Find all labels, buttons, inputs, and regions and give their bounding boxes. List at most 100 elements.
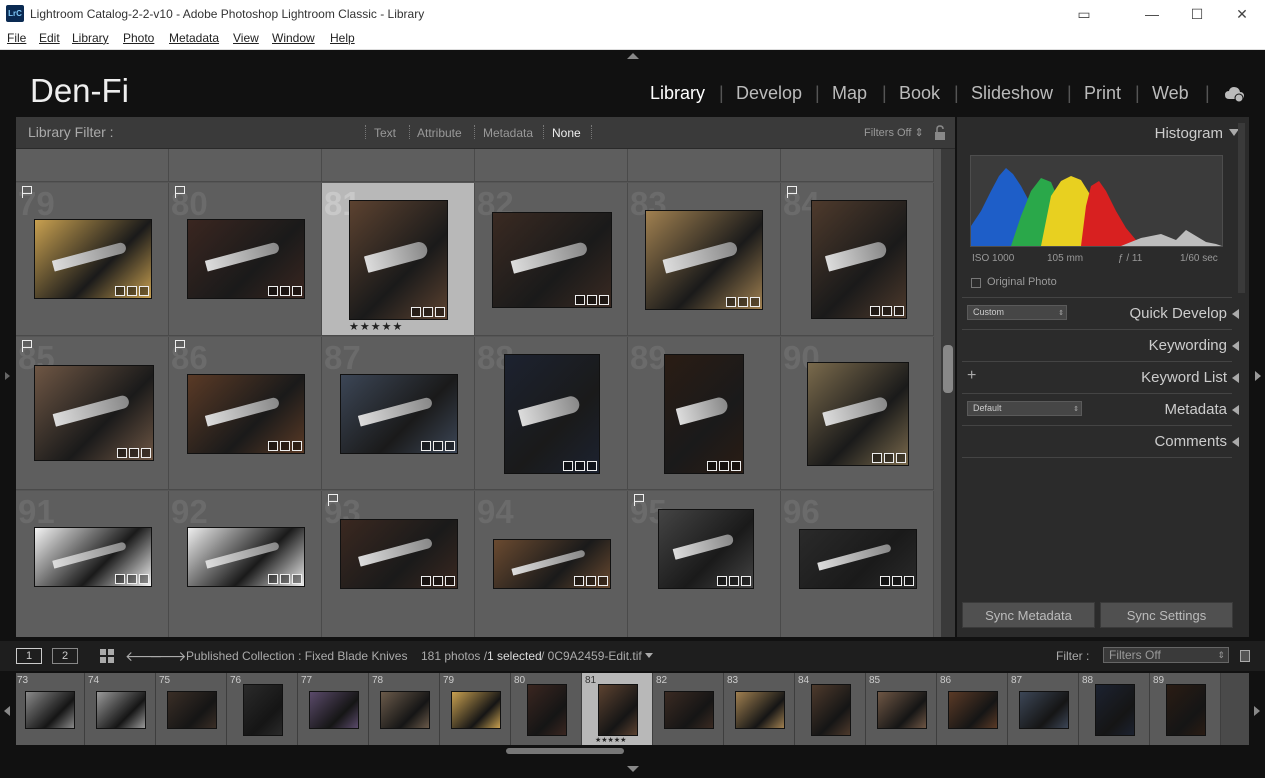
menu-view[interactable]: View [233,31,259,45]
filmstrip-cell[interactable]: 77 [298,673,369,745]
menu-help[interactable]: Help [330,31,355,45]
filter-attribute[interactable]: Attribute [417,126,462,140]
grid-cell[interactable]: 94 [475,491,628,637]
grid-scrollbar[interactable] [941,149,955,637]
filter-presets-dropdown[interactable]: Filters Off ⇕ [864,126,924,139]
grid-cell[interactable]: 81 ★★★★★ [322,183,475,336]
original-photo-checkbox[interactable] [971,278,981,288]
flag-icon[interactable] [634,494,644,506]
sync-metadata-button[interactable]: Sync Metadata [962,602,1095,628]
collection-badge-icon[interactable] [586,576,596,586]
keyword-badge-icon[interactable] [707,461,717,471]
edit-badge-icon[interactable] [587,461,597,471]
photo-thumbnail[interactable] [187,527,305,587]
filmstrip-thumbnail[interactable] [166,691,217,729]
grid-cell[interactable]: 92 [169,491,322,637]
photo-thumbnail[interactable] [504,354,600,474]
grid-cell[interactable]: 88 [475,337,628,490]
collection-badge-icon[interactable] [884,453,894,463]
grid-cell[interactable]: 93 [322,491,475,637]
edit-badge-icon[interactable] [598,576,608,586]
menu-edit[interactable]: Edit [39,31,60,45]
grid-cell[interactable]: 85 [16,337,169,490]
keyword-list-header[interactable]: Keyword List [1141,369,1227,386]
photo-thumbnail[interactable] [187,219,305,299]
flag-icon[interactable] [787,186,797,198]
left-panel-edge[interactable] [2,117,14,637]
photo-thumbnail[interactable] [492,212,612,308]
filmstrip-thumbnail[interactable] [810,684,851,736]
star-rating[interactable]: ★★★★★ [349,320,403,333]
filmstrip-cell[interactable]: 87 [1008,673,1079,745]
comments-expand-icon[interactable] [1232,437,1239,447]
collapse-filmstrip-icon[interactable] [627,766,639,772]
filter-none[interactable]: None [552,126,581,140]
sync-settings-button[interactable]: Sync Settings [1100,602,1233,628]
file-menu-chevron-icon[interactable] [645,653,653,658]
keyword-badge-icon[interactable] [268,574,278,584]
edit-badge-icon[interactable] [904,576,914,586]
edit-badge-icon[interactable] [292,286,302,296]
module-develop[interactable]: Develop [736,83,802,104]
flag-icon[interactable] [328,494,338,506]
edit-badge-icon[interactable] [139,286,149,296]
filmstrip-thumbnail[interactable] [1165,684,1206,736]
filter-metadata[interactable]: Metadata [483,126,533,140]
photo-thumbnail[interactable] [340,519,458,589]
filmstrip-cell[interactable]: 80 [511,673,582,745]
grid-cell[interactable]: 96 [781,491,934,637]
collection-badge-icon[interactable] [433,576,443,586]
collapse-right-panel-icon[interactable] [1255,371,1261,381]
module-slideshow[interactable]: Slideshow [971,83,1053,104]
flag-icon[interactable] [175,340,185,352]
filmstrip-thumbnail[interactable] [947,691,998,729]
filmstrip-cell[interactable]: 86 [937,673,1008,745]
grid-cell[interactable]: 86 [169,337,322,490]
filmstrip-cell[interactable]: 76 [227,673,298,745]
collection-badge-icon[interactable] [719,461,729,471]
photo-thumbnail[interactable] [664,354,744,474]
edit-badge-icon[interactable] [445,441,455,451]
grid-cell[interactable] [628,149,781,182]
collection-badge-icon[interactable] [575,461,585,471]
collection-badge-icon[interactable] [587,295,597,305]
grid-view-icon[interactable] [99,648,115,669]
edit-badge-icon[interactable] [141,448,151,458]
edit-badge-icon[interactable] [894,306,904,316]
filmstrip-thumbnail[interactable] [308,691,359,729]
filmstrip-thumbnail[interactable] [379,691,430,729]
collection-badge-icon[interactable] [423,307,433,317]
filmstrip-cell[interactable]: 88 [1079,673,1150,745]
grid-cell[interactable]: 91 [16,491,169,637]
module-web[interactable]: Web [1152,83,1189,104]
metadata-header[interactable]: Metadata [1164,401,1227,418]
right-panel-scrollbar[interactable] [1238,123,1245,293]
menu-metadata[interactable]: Metadata [169,31,219,45]
keyword-badge-icon[interactable] [115,286,125,296]
menu-file[interactable]: File [7,31,26,45]
grid-cell[interactable]: 90 [781,337,934,490]
source-path[interactable]: Published Collection : Fixed Blade Knive… [186,649,407,663]
photo-thumbnail[interactable] [34,365,154,461]
keyword-badge-icon[interactable] [411,307,421,317]
collection-badge-icon[interactable] [892,576,902,586]
collection-badge-icon[interactable] [280,286,290,296]
filmstrip-cell[interactable]: 89 [1150,673,1221,745]
metadata-preset-dropdown[interactable]: Default ⇕ [967,401,1082,416]
menu-window[interactable]: Window [272,31,315,45]
main-window-button[interactable]: 1 [16,648,42,664]
edit-badge-icon[interactable] [741,576,751,586]
right-panel-edge[interactable] [1252,117,1264,637]
filmstrip-thumbnail[interactable] [1018,691,1069,729]
filmstrip-thumbnail[interactable] [242,684,283,736]
grid-cell[interactable]: 82 [475,183,628,336]
filmstrip-thumbnail[interactable] [734,691,785,729]
keyword-badge-icon[interactable] [563,461,573,471]
grid-cell[interactable]: 79 [16,183,169,336]
grid-scrollbar-thumb[interactable] [943,345,953,393]
grid-cell[interactable]: 87 [322,337,475,490]
photo-thumbnail[interactable] [645,210,763,310]
keyword-badge-icon[interactable] [870,306,880,316]
secondary-window-button[interactable]: 2 [52,648,78,664]
collection-badge-icon[interactable] [127,574,137,584]
